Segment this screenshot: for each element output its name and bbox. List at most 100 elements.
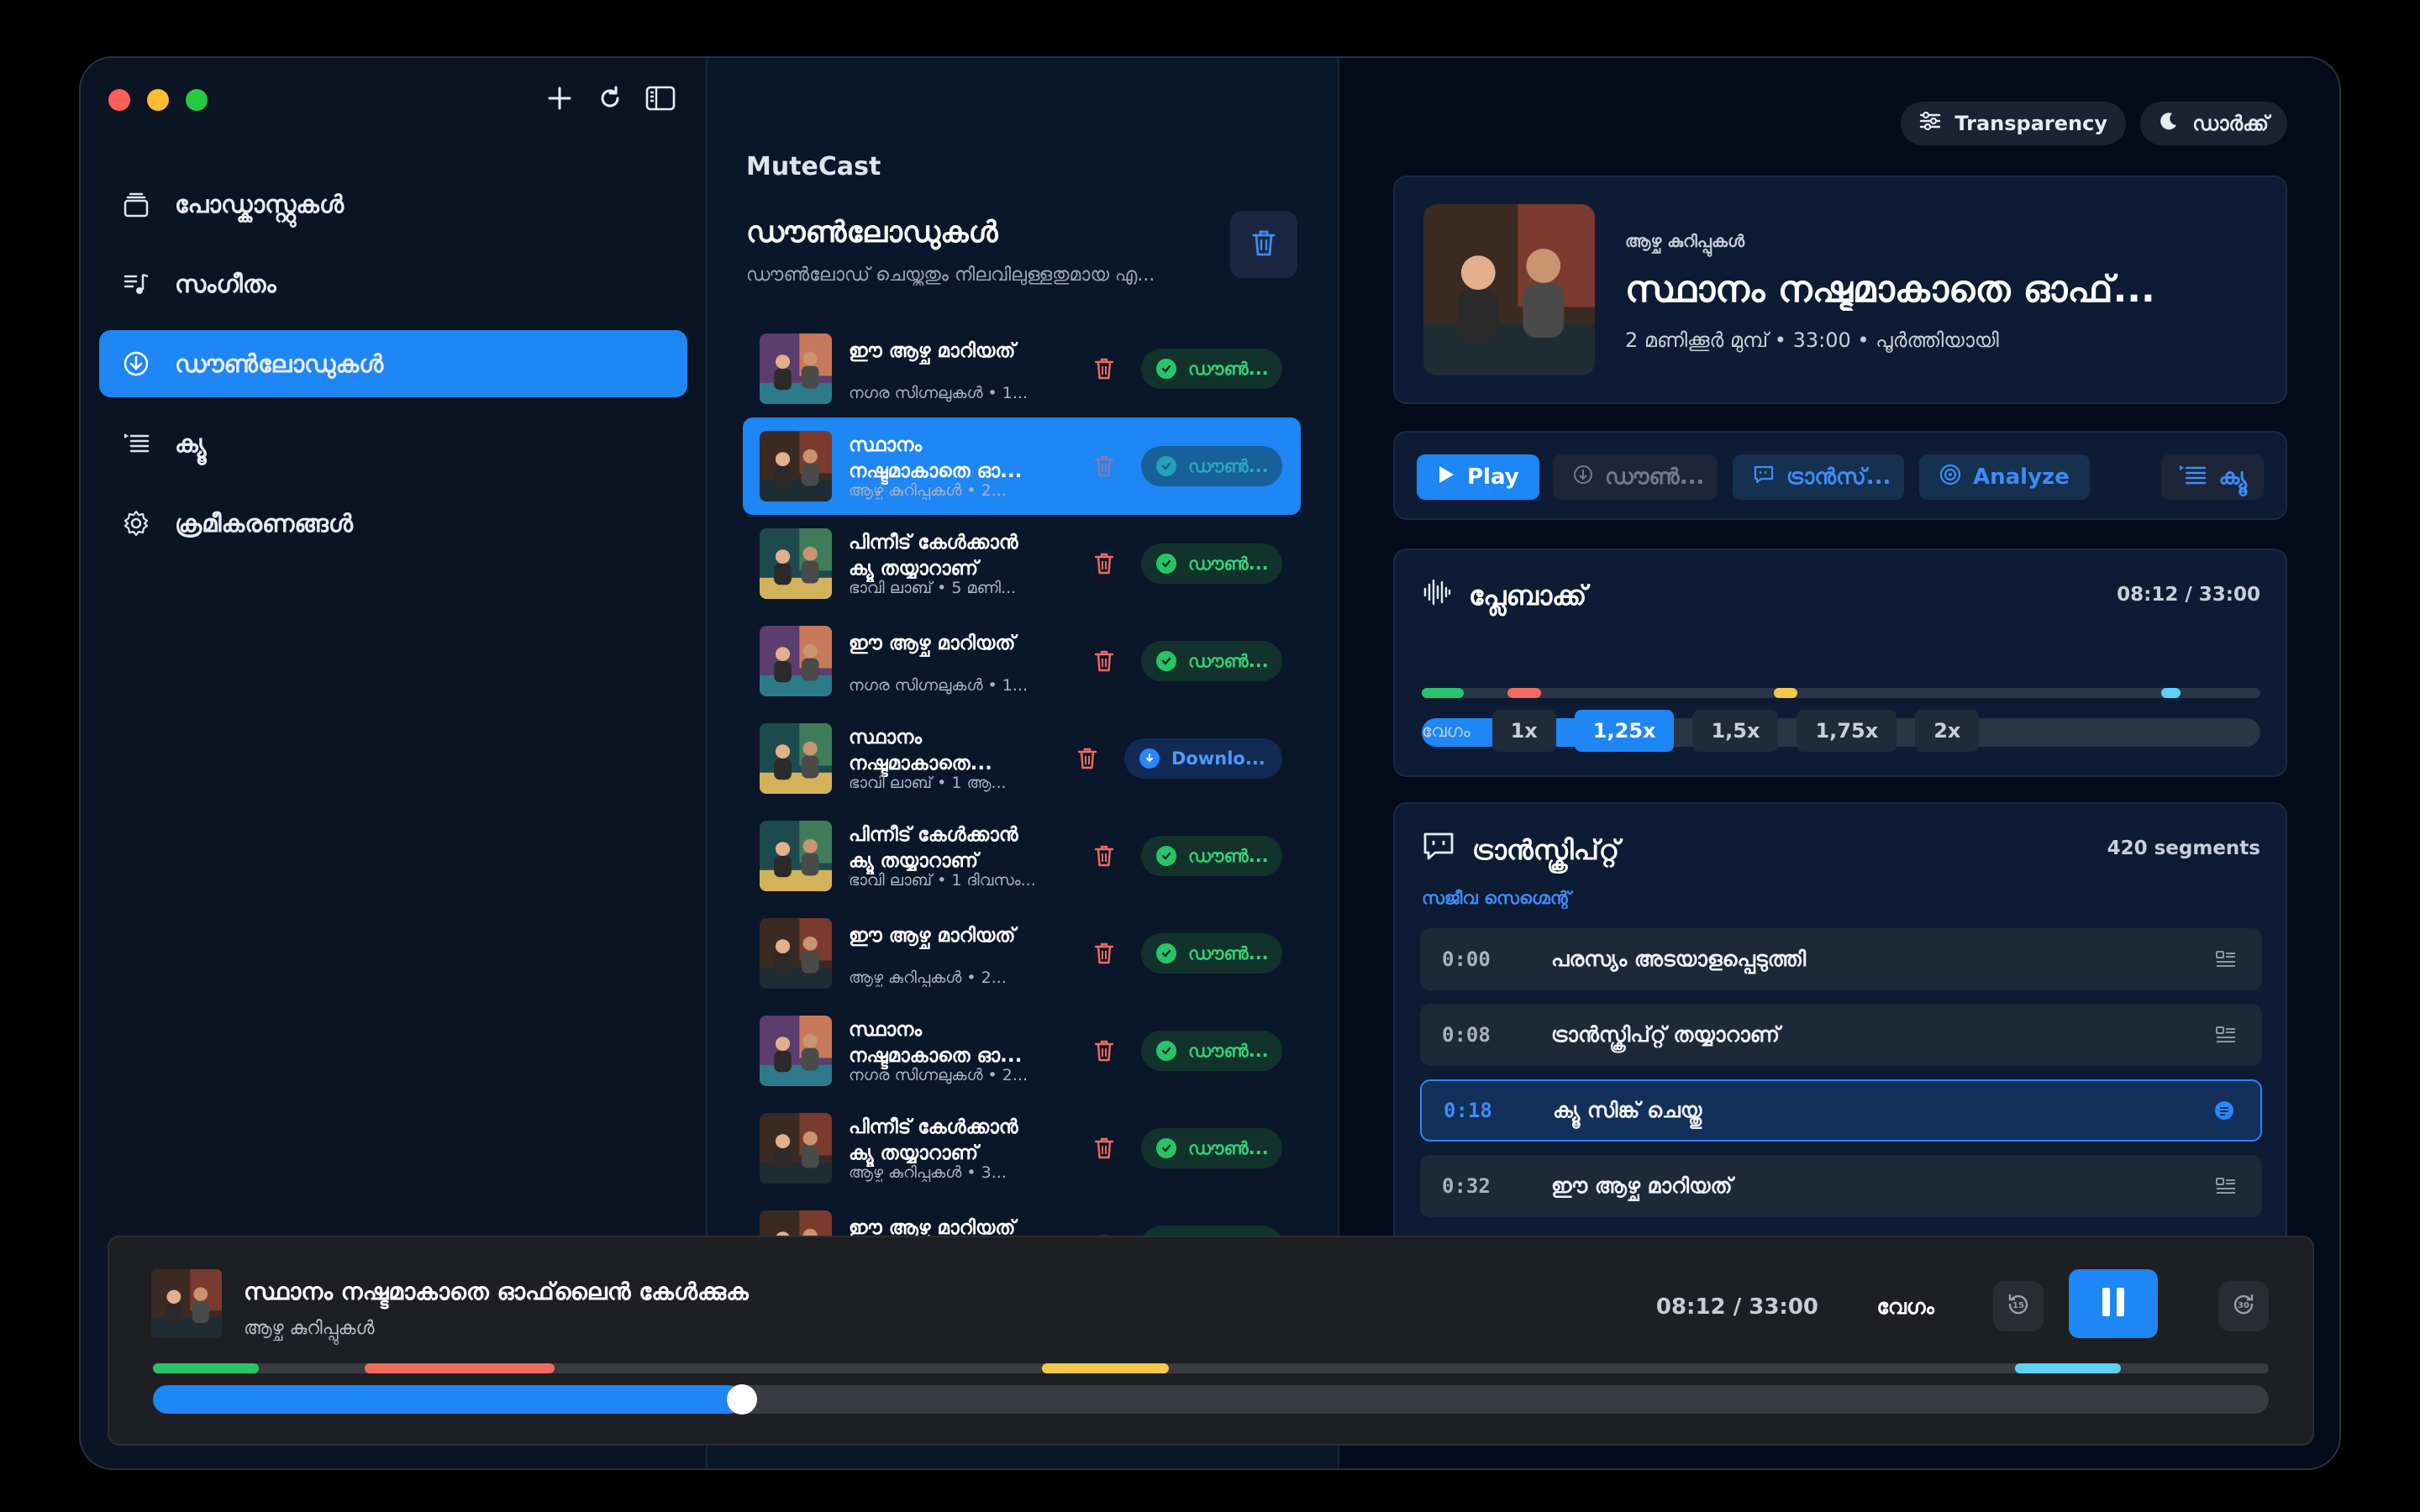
- gear-icon: [119, 507, 153, 540]
- delete-download-button[interactable]: [1089, 1133, 1119, 1163]
- download-meta: ആഴ്ച കുറിപ്പുകൾ • 2...: [849, 481, 1007, 500]
- download-status-badge: ഡൗൺ...: [1141, 1031, 1282, 1071]
- download-icon: [1139, 748, 1160, 769]
- speed-option[interactable]: 2x: [1915, 710, 1980, 752]
- download-title: ഈ ആഴ്ച മാറിയത്: [849, 633, 1016, 654]
- playback-title: പ്ലേബാക്ക്: [1469, 579, 1587, 612]
- sidebar-toggle-icon[interactable]: [645, 83, 676, 113]
- queue-icon: [119, 427, 153, 460]
- download-row[interactable]: പിന്നീട് കേൾക്കാൻ ക്യൂ തയ്യാറാണ് ഭാവി ലാബ…: [743, 807, 1301, 905]
- transcript-segment[interactable]: 0:08 ട്രാൻസ്ക്രിപ്റ്റ് തയ്യാറാണ്: [1420, 1004, 2262, 1066]
- chapter-marker[interactable]: [153, 1363, 259, 1373]
- trash-icon: [1094, 454, 1114, 478]
- episode-thumbnail: [760, 626, 832, 696]
- chapter-marker[interactable]: [2161, 688, 2181, 698]
- pause-button[interactable]: [2069, 1269, 2158, 1338]
- download-meta: ഭാവി ലാബ് • 1 ദിവസം...: [849, 871, 1036, 890]
- status-label: ഡൗൺ...: [1188, 1137, 1269, 1158]
- checkmark-icon: [1156, 846, 1176, 866]
- waveform-icon: [1422, 577, 1452, 614]
- download-row[interactable]: സ്ഥാനം നഷ്ടമാകാതെ ഓ... നഗര സിഗ്നലുകൾ • 2.…: [743, 1002, 1301, 1100]
- segment-details-icon[interactable]: [2213, 947, 2238, 972]
- analyze-label: Analyze: [1973, 465, 2070, 490]
- plus-icon[interactable]: [544, 83, 575, 113]
- clear-downloads-button[interactable]: [1230, 211, 1297, 278]
- transcript-segment[interactable]: 0:18 ക്യൂ സിങ്ക് ചെയ്തു: [1420, 1079, 2262, 1142]
- transparency-button[interactable]: Transparency: [1901, 102, 2126, 145]
- chapter-marker[interactable]: [1422, 688, 1464, 698]
- delete-download-button[interactable]: [1089, 938, 1119, 969]
- transcript-title: ട്രാൻസ്ക്രിപ്റ്റ്: [1472, 833, 1620, 866]
- sidebar-item-queue[interactable]: ക്യൂ: [99, 410, 687, 477]
- skip-forward-button[interactable]: 30: [2218, 1281, 2269, 1331]
- zoom-window-button[interactable]: [186, 89, 208, 111]
- speed-option[interactable]: 1,75x: [1797, 710, 1897, 752]
- play-button[interactable]: Play: [1417, 454, 1539, 500]
- speed-option[interactable]: 1x: [1491, 710, 1556, 752]
- speed-option[interactable]: 1,25x: [1574, 710, 1675, 752]
- transcript-label: ട്രാൻസ്...: [1786, 464, 1891, 490]
- download-row[interactable]: സ്ഥാനം നഷ്ടമാകാതെ... ഭാവി ലാബ് • 1 ആ... Do…: [743, 710, 1301, 807]
- download-label: ഡൗൺ...: [1605, 464, 1705, 490]
- chapter-marker[interactable]: [2014, 1363, 2121, 1373]
- download-row[interactable]: പിന്നീട് കേൾക്കാൻ ക്യൂ തയ്യാറാണ് ആഴ്ച കുറ…: [743, 1100, 1301, 1197]
- delete-download-button[interactable]: [1089, 451, 1119, 481]
- sidebar-item-settings[interactable]: ക്രമീകരണങ്ങൾ: [99, 490, 687, 557]
- now-playing-progress[interactable]: [153, 1384, 2269, 1415]
- trash-icon: [1094, 942, 1114, 965]
- download-row[interactable]: ഈ ആഴ്ച മാറിയത് നഗര സിഗ്നലുകൾ • 1... ഡൗൺ...: [743, 320, 1301, 417]
- minimize-window-button[interactable]: [147, 89, 169, 111]
- download-button[interactable]: ഡൗൺ...: [1553, 454, 1718, 500]
- delete-download-button[interactable]: [1089, 841, 1119, 871]
- status-label: ഡൗൺ...: [1188, 650, 1269, 671]
- download-row[interactable]: പിന്നീട് കേൾക്കാൻ ക്യൂ തയ്യാറാണ് ഭാവി ലാബ…: [743, 515, 1301, 612]
- speed-option[interactable]: 1,5x: [1692, 710, 1779, 752]
- downloads-list: ഈ ആഴ്ച മാറിയത് നഗര സിഗ്നലുകൾ • 1... ഡൗൺ...…: [743, 320, 1301, 1294]
- download-row[interactable]: ഈ ആഴ്ച മാറിയത് ആഴ്ച കുറിപ്പുകൾ • 2... ഡൗൺ.…: [743, 905, 1301, 1002]
- delete-download-button[interactable]: [1089, 354, 1119, 384]
- status-label: Downlo...: [1171, 748, 1265, 769]
- chapter-marker[interactable]: [1507, 688, 1541, 698]
- download-meta: ആഴ്ച കുറിപ്പുകൾ • 2...: [849, 969, 1007, 987]
- chapter-marker[interactable]: [1041, 1363, 1169, 1373]
- skip-back-button[interactable]: 15: [1993, 1281, 2044, 1331]
- analyze-button[interactable]: Analyze: [1919, 454, 2090, 500]
- download-meta: നഗര സിഗ്നലുകൾ • 2...: [849, 1066, 1028, 1084]
- download-icon: [1573, 465, 1593, 491]
- segment-time: 0:32: [1442, 1174, 1491, 1198]
- speed-button[interactable]: വേഗം: [1876, 1294, 1934, 1320]
- download-status-badge: ഡൗൺ...: [1141, 543, 1282, 584]
- refresh-icon[interactable]: [595, 83, 625, 113]
- progress-knob[interactable]: [727, 1384, 758, 1415]
- sliders-icon: [1919, 111, 1941, 136]
- close-window-button[interactable]: [108, 89, 130, 111]
- chapter-marker[interactable]: [1774, 688, 1798, 698]
- sidebar-item-music[interactable]: സംഗീതം: [99, 250, 687, 318]
- transcript-button[interactable]: ട്രാൻസ്...: [1733, 454, 1904, 500]
- trash-icon: [1094, 844, 1114, 868]
- transcript-segment[interactable]: 0:00 പരസ്യം അടയാളപ്പെടുത്തി: [1420, 928, 2262, 990]
- episode-thumbnail: [760, 1113, 832, 1184]
- delete-download-button[interactable]: [1089, 549, 1119, 579]
- theme-button[interactable]: ഡാർക്ക്: [2140, 102, 2287, 145]
- download-meta: ആഴ്ച കുറിപ്പുകൾ • 3...: [849, 1163, 1007, 1182]
- sidebar-item-label: പോഡ്കാസ്റ്റുകൾ: [175, 189, 345, 218]
- transcript-segment[interactable]: 0:32 ഈ ആഴ്ച മാറിയത്: [1420, 1155, 2262, 1217]
- download-row[interactable]: ഈ ആഴ്ച മാറിയത് നഗര സിഗ്നലുകൾ • 1... ഡൗൺ...: [743, 612, 1301, 710]
- active-segment-icon[interactable]: [2212, 1098, 2237, 1123]
- status-label: ഡൗൺ...: [1188, 1040, 1269, 1061]
- sidebar-item-downloads[interactable]: ഡൗൺലോഡുകൾ: [99, 330, 687, 397]
- delete-download-button[interactable]: [1089, 646, 1119, 676]
- chapter-marker[interactable]: [364, 1363, 555, 1373]
- delete-download-button[interactable]: [1089, 1036, 1119, 1066]
- download-status-badge: ഡൗൺ...: [1141, 1128, 1282, 1168]
- checkmark-icon: [1156, 651, 1176, 671]
- pause-icon: [2099, 1285, 2128, 1322]
- download-meta: ഭാവി ലാബ് • 1 ആ...: [849, 774, 1007, 792]
- segment-details-icon[interactable]: [2213, 1173, 2238, 1199]
- queue-button[interactable]: ക്യൂ: [2161, 454, 2264, 500]
- download-row[interactable]: സ്ഥാനം നഷ്ടമാകാതെ ഓ... ആഴ്ച കുറിപ്പുകൾ • …: [743, 417, 1301, 515]
- segment-details-icon[interactable]: [2213, 1022, 2238, 1047]
- sidebar-item-podcasts[interactable]: പോഡ്കാസ്റ്റുകൾ: [99, 171, 687, 238]
- delete-download-button[interactable]: [1072, 743, 1102, 774]
